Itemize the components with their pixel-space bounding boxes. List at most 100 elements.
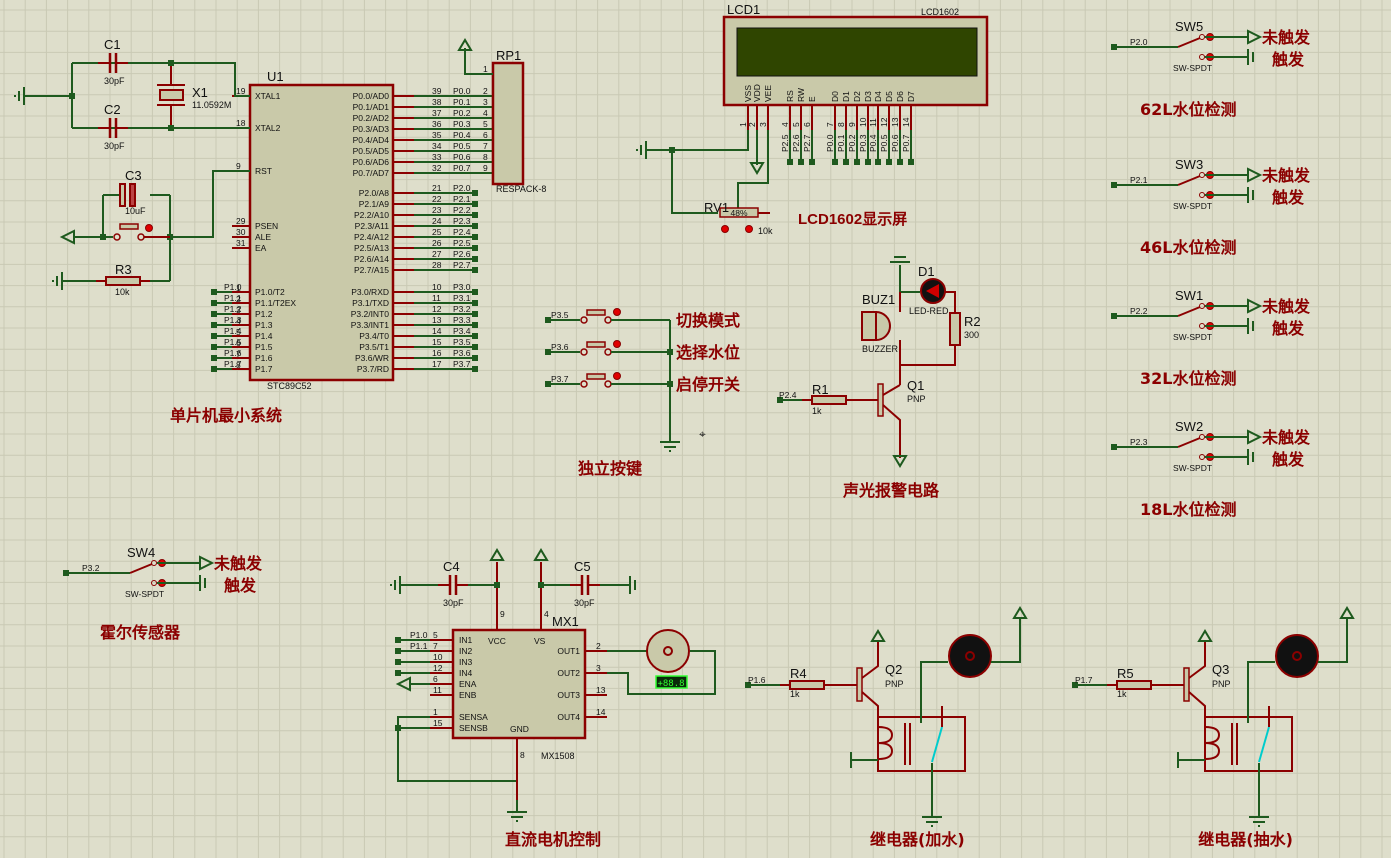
net-label: P3.2 <box>82 563 100 573</box>
net-label: P2.4 <box>779 390 797 400</box>
switch-off-label: 未触发 <box>1261 166 1311 185</box>
pin-number: 8 <box>520 750 525 760</box>
wire[interactable] <box>861 691 879 717</box>
probe-icon[interactable] <box>613 372 621 380</box>
lcd-pin-name: VEE <box>763 85 773 102</box>
junction-dot <box>472 289 478 295</box>
pin-name: P3.6/WR <box>355 353 389 363</box>
r5-body <box>1116 680 1152 690</box>
pin-number: 5 <box>433 630 438 640</box>
net-label: P0.4 <box>868 134 878 152</box>
pin-number: 24 <box>432 216 442 226</box>
junction-dot <box>211 311 217 317</box>
pin-number: 10 <box>858 117 868 127</box>
pin-name: P3.2/INT0 <box>351 309 390 319</box>
wire[interactable] <box>882 384 901 396</box>
wire[interactable] <box>920 661 948 723</box>
junction-dot <box>667 349 673 355</box>
wire[interactable] <box>1177 437 1201 448</box>
pin-name: IN3 <box>459 657 473 667</box>
net-label: P3.6 <box>453 348 471 358</box>
junction-dot <box>472 234 478 240</box>
pin-name: P0.7/AD7 <box>353 168 390 178</box>
probe-icon[interactable] <box>613 340 621 348</box>
reset-button-contact[interactable] <box>137 233 145 241</box>
pin-name: P2.6/A14 <box>354 254 389 264</box>
pin-number: 11 <box>432 293 441 303</box>
caption-relay_add: 继电器(加水) <box>870 830 965 849</box>
key-contact[interactable] <box>580 380 588 388</box>
probe-icon[interactable] <box>145 224 153 232</box>
net-label: P0.3 <box>858 134 868 152</box>
pin-number: 32 <box>432 163 442 173</box>
probe-icon[interactable] <box>745 225 753 233</box>
wire[interactable] <box>1177 306 1201 317</box>
pin-number: 1 <box>483 64 488 74</box>
junction-dot <box>897 159 903 165</box>
pin-number: 30 <box>236 227 246 237</box>
junction-dot <box>395 670 401 676</box>
wire[interactable] <box>737 130 769 208</box>
q3-ref: Q3 <box>1212 662 1229 677</box>
mx1-vs: VS <box>534 636 546 646</box>
junction-dot <box>843 159 849 165</box>
key-contact[interactable] <box>604 316 612 324</box>
schematic[interactable]: U1STC89C5219 XTAL118 XTAL29 RST29 PSEN30 ALE3… <box>0 0 1391 858</box>
key-contact[interactable] <box>580 348 588 356</box>
pin-name: IN1 <box>459 635 473 645</box>
key-label: 切换模式 <box>676 311 740 330</box>
net-label: P0.1 <box>453 97 471 107</box>
wire[interactable] <box>664 130 749 151</box>
pin-name: OUT3 <box>557 690 580 700</box>
junction-dot <box>472 267 478 273</box>
rp-pin-number: 8 <box>483 152 488 162</box>
net-label: P0.2 <box>453 108 471 118</box>
lcd-pin-name: D0 <box>830 91 840 102</box>
wire[interactable] <box>899 275 920 293</box>
pin-number: 4 <box>544 609 549 619</box>
pin-number: 35 <box>432 130 442 140</box>
r5-value: 1k <box>1117 689 1127 699</box>
pin-number: 14 <box>596 707 606 717</box>
r2-value: 300 <box>964 330 979 340</box>
c5-ref: C5 <box>574 559 591 574</box>
r2-body <box>949 312 961 346</box>
junction-dot <box>809 159 815 165</box>
net-label: P2.7 <box>802 134 812 152</box>
lcd-pin-name: D7 <box>906 91 916 102</box>
junction-dot <box>472 212 478 218</box>
q3-base <box>1183 667 1190 702</box>
net-label: P2.3 <box>453 216 471 226</box>
pin-number: 13 <box>596 685 606 695</box>
wire[interactable] <box>1177 175 1201 186</box>
q1-type: PNP <box>907 394 926 404</box>
wire[interactable] <box>1247 661 1275 723</box>
pin-number: 13 <box>890 117 900 127</box>
pin-number: 29 <box>236 216 246 226</box>
pin-name: SENSA <box>459 712 488 722</box>
pin-number: 3 <box>596 663 601 673</box>
net-label: P3.0 <box>453 282 471 292</box>
key-contact[interactable] <box>580 316 588 324</box>
wire[interactable] <box>1177 37 1201 48</box>
key-contact[interactable] <box>604 380 612 388</box>
lcd-pin-name: D5 <box>884 91 894 102</box>
c1-ref: C1 <box>104 37 121 52</box>
pin-number: 6 <box>802 122 812 127</box>
net-label: P2.7 <box>453 260 471 270</box>
x1-ref: X1 <box>192 85 208 100</box>
wire[interactable] <box>129 563 153 574</box>
wire[interactable] <box>900 345 956 366</box>
probe-icon[interactable] <box>613 308 621 316</box>
key-contact[interactable] <box>604 348 612 356</box>
reset-button-contact[interactable] <box>113 233 121 241</box>
key-button <box>586 373 606 380</box>
probe-icon[interactable] <box>721 225 729 233</box>
net-label: P3.4 <box>453 326 471 336</box>
pin-number: 23 <box>432 205 442 215</box>
schematic-canvas[interactable]: U1 STC89C52 19 XTAL1 18 XTAL2 9 RST 29 PSEN 30 ALE 3… <box>0 0 1391 858</box>
net-label: P1.1 <box>224 293 242 303</box>
net-label: P0.5 <box>879 134 889 152</box>
switch-part: SW-SPDT <box>1173 63 1212 73</box>
c4-value: 30pF <box>443 598 464 608</box>
